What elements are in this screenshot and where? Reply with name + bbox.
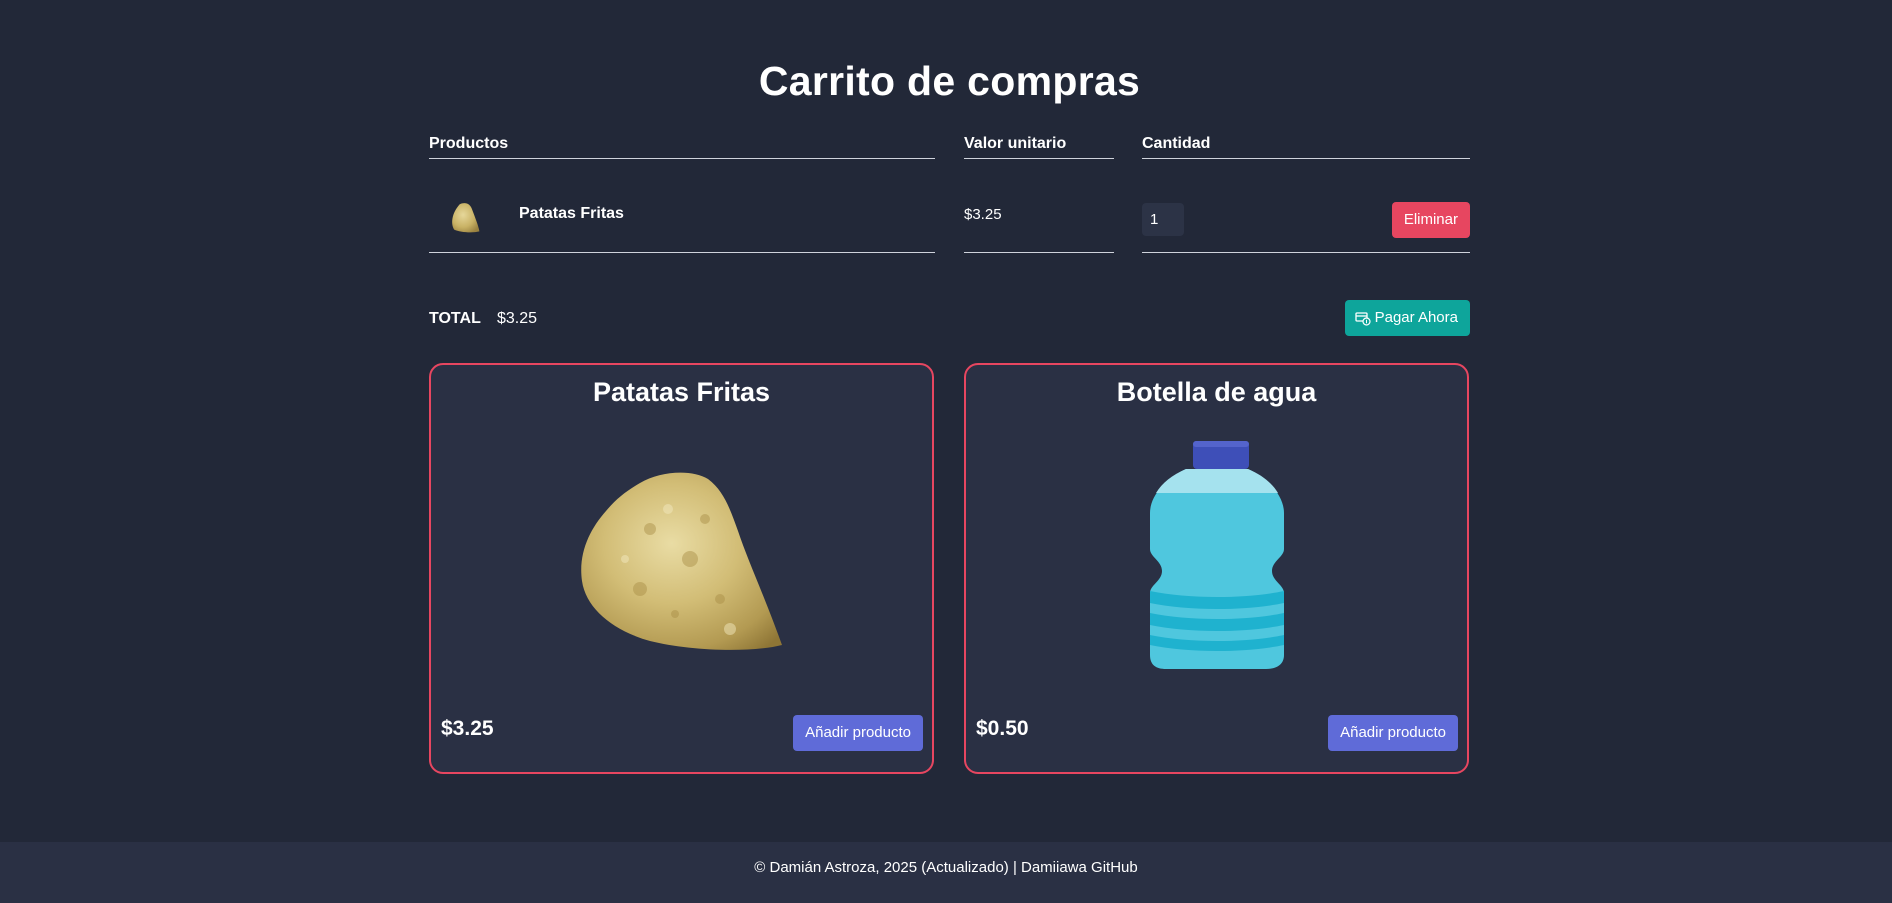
total-label: TOTAL (429, 310, 481, 327)
unit-price-column: Valor unitario $3.25 (964, 124, 1114, 253)
total-value: $3.25 (497, 310, 538, 327)
cart-item-name: Patatas Fritas (519, 205, 624, 222)
quantity-input[interactable] (1142, 203, 1184, 236)
product-price: $3.25 (441, 717, 494, 740)
pay-now-label: Pagar Ahora (1374, 309, 1458, 326)
delete-button[interactable]: Eliminar (1391, 202, 1470, 238)
cart-item-price: $3.25 (964, 206, 1002, 223)
products-header: Productos (429, 124, 935, 159)
potato-chip-image (580, 472, 782, 650)
water-bottle-image (1149, 441, 1284, 669)
product-card: Patatas Fritas $3.25 Añadir producto (429, 363, 934, 774)
cart-table: Productos Patatas Fritas Valor unitario (429, 124, 1470, 254)
page-title: Carrito de compras (758, 58, 1141, 104)
product-title: Patatas Fritas (592, 377, 771, 407)
pay-now-button[interactable]: Pagar Ahora (1344, 300, 1470, 336)
table-row: Patatas Fritas (429, 159, 935, 253)
footer-text: © Damián Astroza, 2025 (Actualizado) | D… (754, 859, 1138, 876)
table-cell-price: $3.25 (964, 159, 1114, 253)
payment-icon (1354, 312, 1371, 326)
unit-price-header: Valor unitario (964, 124, 1114, 159)
product-grid: Patatas Fritas $3.25 Añadir producto Bot… (429, 363, 1470, 774)
products-column: Productos Patatas Fritas (429, 124, 935, 253)
product-card: Botella de agua $0.50 Añadir producto (964, 363, 1469, 774)
total-row: TOTAL $3.25 Pagar Ahora (429, 300, 1470, 336)
footer: © Damián Astroza, 2025 (Actualizado) | D… (0, 842, 1892, 903)
add-product-button[interactable]: Añadir producto (793, 715, 923, 751)
product-title: Botella de agua (1116, 377, 1317, 407)
quantity-header: Cantidad (1142, 124, 1470, 159)
add-product-button[interactable]: Añadir producto (1328, 715, 1458, 751)
potato-chip-thumbnail (452, 203, 480, 233)
product-price: $0.50 (976, 717, 1029, 740)
